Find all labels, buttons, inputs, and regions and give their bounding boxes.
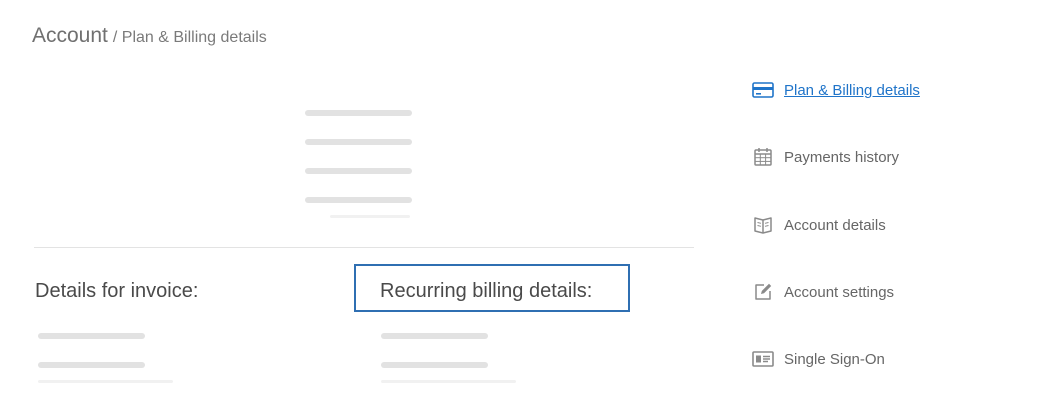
plan-skeleton-line xyxy=(305,139,412,145)
recurring-billing-title: Recurring billing details: xyxy=(380,280,593,302)
plan-skeleton-line xyxy=(330,215,410,218)
id-card-icon xyxy=(752,348,774,370)
invoice-details-title: Details for invoice: xyxy=(35,280,199,302)
nav-label-plan-billing: Plan & Billing details xyxy=(784,81,920,99)
plan-skeleton-line xyxy=(305,168,412,174)
plan-skeleton-line xyxy=(305,197,412,203)
edit-icon xyxy=(752,281,774,303)
nav-label-account-details: Account details xyxy=(784,216,886,234)
nav-label-payments-history: Payments history xyxy=(784,148,900,166)
breadcrumb-separator: / xyxy=(112,29,118,46)
breadcrumb-root[interactable]: Account xyxy=(32,24,108,47)
plan-skeleton-line xyxy=(305,110,412,116)
nav-item-account-settings[interactable]: Account settings xyxy=(752,281,894,303)
section-divider xyxy=(34,247,694,248)
recurring-skeleton-line xyxy=(381,362,488,368)
book-icon xyxy=(752,214,774,236)
nav-item-payments-history[interactable]: Payments history xyxy=(752,146,899,168)
nav-item-plan-billing[interactable]: Plan & Billing details xyxy=(752,79,920,101)
credit-card-icon xyxy=(752,79,774,101)
recurring-skeleton-line xyxy=(381,333,488,339)
nav-item-single-sign-on[interactable]: Single Sign-On xyxy=(752,348,885,370)
nav-label-single-sign-on: Single Sign-On xyxy=(784,350,885,368)
page: Account / Plan & Billing details Details … xyxy=(0,0,1044,405)
nav-item-account-details[interactable]: Account details xyxy=(752,214,886,236)
recurring-skeleton-line xyxy=(381,380,516,383)
breadcrumb: Account / Plan & Billing details xyxy=(32,24,267,48)
calendar-icon xyxy=(752,146,774,168)
invoice-skeleton-line xyxy=(38,380,173,383)
recurring-billing-box: Recurring billing details: xyxy=(354,264,630,312)
breadcrumb-current: Plan & Billing details xyxy=(121,29,267,46)
invoice-skeleton-line xyxy=(38,362,145,368)
invoice-skeleton-line xyxy=(38,333,145,339)
nav-label-account-settings: Account settings xyxy=(784,283,895,301)
